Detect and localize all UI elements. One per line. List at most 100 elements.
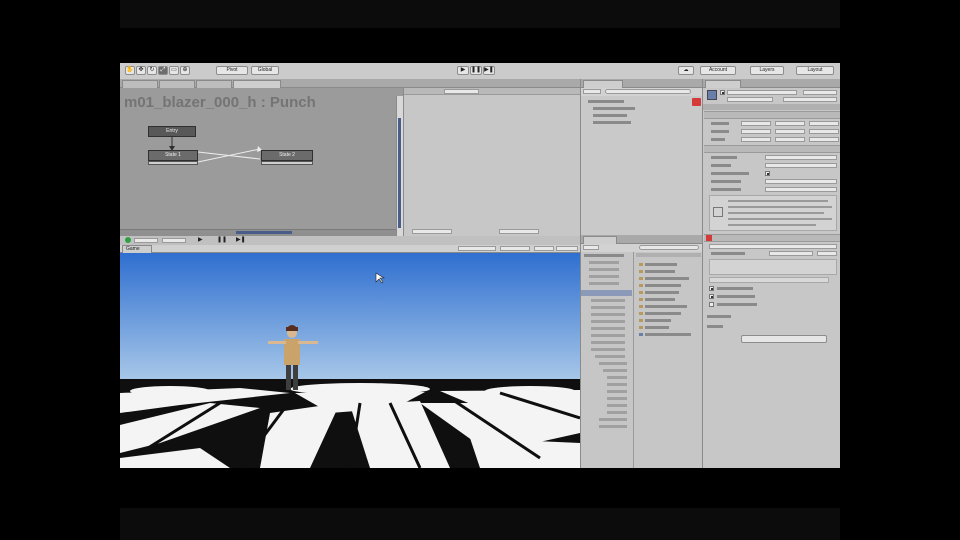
asset-item[interactable] xyxy=(645,319,671,323)
animator-side-field[interactable] xyxy=(444,89,479,94)
tree-item[interactable] xyxy=(599,425,627,428)
tab-project[interactable] xyxy=(583,236,617,244)
fsm-template-button[interactable] xyxy=(817,251,837,256)
pause-button[interactable]: ❚❚ xyxy=(470,66,482,75)
pivot-toggle[interactable]: Pivot xyxy=(216,66,248,75)
fsm-template-dropdown[interactable] xyxy=(769,251,813,256)
fsm-url-field[interactable] xyxy=(709,277,829,283)
project-search-input[interactable] xyxy=(639,245,699,250)
create-dropdown[interactable] xyxy=(583,89,601,94)
favorites-group[interactable] xyxy=(584,254,624,257)
gizmos-toggle[interactable] xyxy=(556,246,578,251)
tree-item[interactable] xyxy=(599,362,627,365)
hierarchy-search-input[interactable] xyxy=(605,89,691,94)
transform-header[interactable] xyxy=(704,111,840,119)
tree-item[interactable] xyxy=(591,313,625,316)
culling-mode-dropdown[interactable] xyxy=(765,187,837,192)
maximize-on-play-toggle[interactable] xyxy=(458,246,496,251)
rotation-x[interactable] xyxy=(741,129,771,134)
rotation-z[interactable] xyxy=(809,129,839,134)
tree-item[interactable] xyxy=(607,376,627,379)
tab-animation[interactable] xyxy=(196,80,232,88)
controls-foldout[interactable] xyxy=(707,315,731,318)
game-play-icon[interactable]: ▶ xyxy=(198,236,203,243)
tab-inspector[interactable] xyxy=(705,80,741,88)
position-x[interactable] xyxy=(741,121,771,126)
tab-scene[interactable] xyxy=(122,80,158,88)
tree-item[interactable] xyxy=(603,369,627,372)
tree-item[interactable] xyxy=(589,261,619,264)
hierarchy-item-3[interactable] xyxy=(593,121,631,124)
asset-item[interactable] xyxy=(645,312,681,316)
scale-y[interactable] xyxy=(775,137,805,142)
hierarchy-item-1[interactable] xyxy=(593,107,635,110)
game-render[interactable] xyxy=(120,253,580,468)
info-foldout[interactable] xyxy=(707,325,723,328)
preview-field[interactable] xyxy=(134,238,158,243)
position-y[interactable] xyxy=(775,121,805,126)
fsm-name-field[interactable] xyxy=(709,244,837,249)
state-node-1[interactable]: State 1 xyxy=(148,150,198,161)
tree-item[interactable] xyxy=(607,383,627,386)
cloud-button[interactable]: ☁ xyxy=(678,66,694,75)
asset-item[interactable] xyxy=(645,263,677,267)
layout-dropdown[interactable]: Layout xyxy=(796,66,834,75)
asset-item[interactable] xyxy=(645,277,689,281)
hierarchy-item-scene[interactable] xyxy=(588,100,624,103)
tab-asset-store[interactable] xyxy=(159,80,195,88)
tab-game[interactable]: Game xyxy=(122,245,152,253)
add-component-button[interactable] xyxy=(741,335,827,343)
update-mode-dropdown[interactable] xyxy=(765,179,837,184)
play-button[interactable]: ▶ xyxy=(457,66,469,75)
step-button[interactable]: ▶❚ xyxy=(483,66,495,75)
asset-item[interactable] xyxy=(645,298,675,302)
hand-tool-button[interactable]: ✋ xyxy=(125,66,135,75)
assets-selected-row[interactable] xyxy=(581,290,632,296)
asset-item[interactable] xyxy=(645,333,691,337)
animator-scrollbar-thumb[interactable] xyxy=(398,118,401,228)
scale-x[interactable] xyxy=(741,137,771,142)
tree-item[interactable] xyxy=(589,268,619,271)
tree-item[interactable] xyxy=(607,411,627,414)
tree-item[interactable] xyxy=(607,397,627,400)
gameobject-active-checkbox[interactable] xyxy=(720,90,725,95)
tag-dropdown[interactable] xyxy=(727,97,773,102)
project-create-dropdown[interactable] xyxy=(583,245,599,250)
global-toggle[interactable]: Global xyxy=(251,66,279,75)
tree-item[interactable] xyxy=(591,327,625,330)
tree-item[interactable] xyxy=(591,320,625,323)
tab-animator[interactable] xyxy=(233,80,281,88)
asset-item[interactable] xyxy=(645,305,687,309)
playmaker-fsm-header[interactable] xyxy=(704,234,840,242)
tree-item[interactable] xyxy=(591,334,625,337)
animator-graph[interactable]: m01_blazer_000_h : Punch Entry State 1 S… xyxy=(120,88,403,238)
tree-item[interactable] xyxy=(595,355,625,358)
tree-item[interactable] xyxy=(599,418,627,421)
state-node-2[interactable]: State 2 xyxy=(261,150,313,161)
animator-side-bottom-field-1[interactable] xyxy=(412,229,452,234)
layer-dropdown[interactable] xyxy=(783,97,837,102)
tree-item[interactable] xyxy=(591,306,625,309)
show-fsm-controls-checkbox[interactable] xyxy=(709,286,714,291)
gameobject-name-input[interactable] xyxy=(727,90,797,95)
animator-hscroll-thumb[interactable] xyxy=(236,231,292,234)
account-dropdown[interactable]: Account xyxy=(700,66,736,75)
mute-audio-toggle[interactable] xyxy=(500,246,530,251)
asset-item[interactable] xyxy=(645,291,679,295)
animator-side-bottom-field-2[interactable] xyxy=(499,229,539,234)
speed-field[interactable] xyxy=(162,238,186,243)
tab-hierarchy[interactable] xyxy=(583,80,623,88)
rect-tool-button[interactable]: ▭ xyxy=(169,66,179,75)
move-tool-button[interactable]: ✥ xyxy=(136,66,146,75)
game-step-icon[interactable]: ▶❚ xyxy=(236,236,246,243)
layers-dropdown[interactable]: Layers xyxy=(750,66,784,75)
entry-node[interactable]: Entry xyxy=(148,126,196,137)
controller-field[interactable] xyxy=(765,155,837,160)
stats-toggle[interactable] xyxy=(534,246,554,251)
asset-item[interactable] xyxy=(645,326,669,330)
asset-item[interactable] xyxy=(645,284,681,288)
hierarchy-item-2[interactable] xyxy=(593,114,627,117)
tree-item[interactable] xyxy=(607,404,627,407)
scale-tool-button[interactable]: ⤢ xyxy=(158,66,168,75)
asset-item[interactable] xyxy=(645,270,675,274)
